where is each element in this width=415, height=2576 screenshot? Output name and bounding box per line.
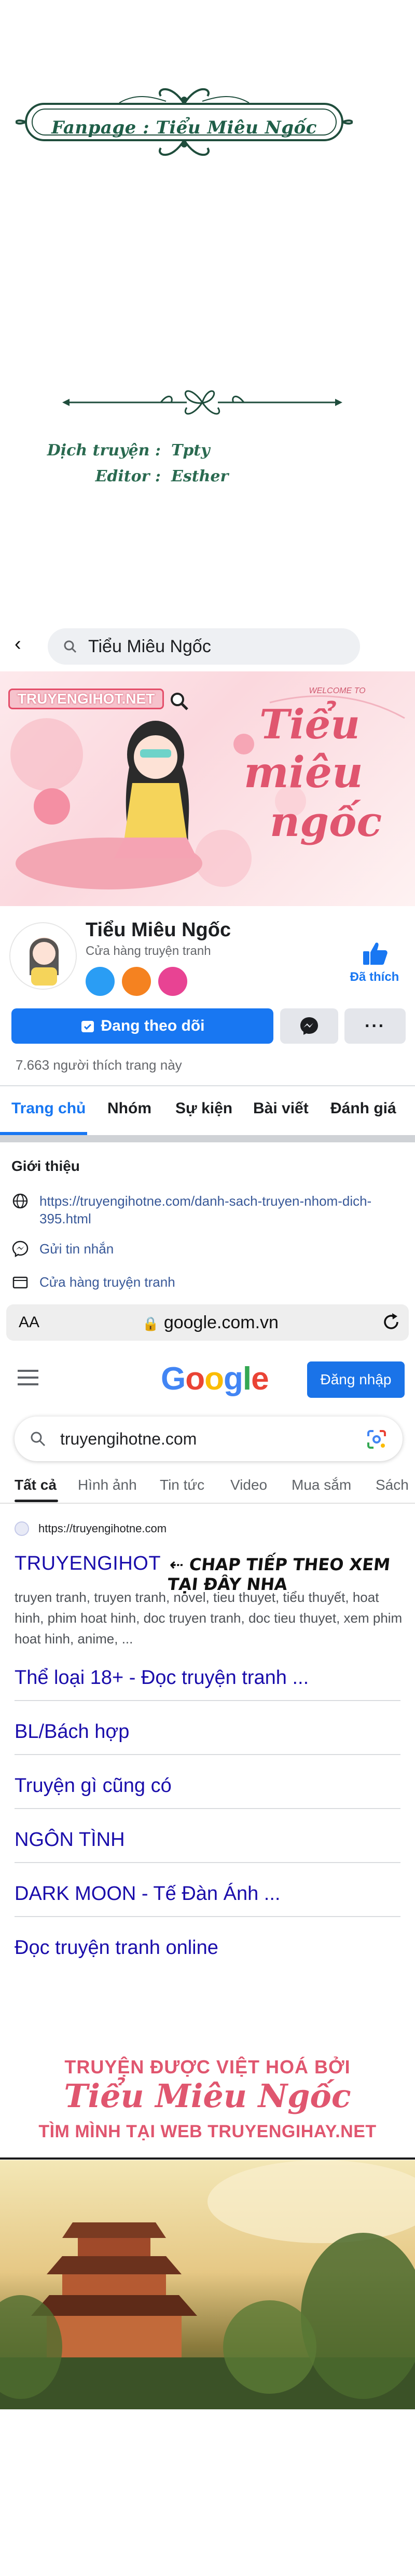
- reload-icon[interactable]: [381, 1312, 402, 1332]
- fanpage-credit: Fanpage : Tiểu Miêu Ngốc: [51, 117, 317, 138]
- tab-posts[interactable]: Bài viết: [253, 1100, 309, 1117]
- sitelink-divider: [15, 1754, 400, 1755]
- sitelink-divider: [15, 1808, 400, 1809]
- check-calendar-icon: [81, 1021, 94, 1032]
- result-site-row[interactable]: https://truyengihotne.com: [15, 1521, 167, 1536]
- editor-credit: Editor : Esther: [42, 467, 229, 485]
- intro-shop-link[interactable]: Cửa hàng truyện tranh: [39, 1273, 175, 1291]
- intro-website-link[interactable]: https://truyengihotne.com/danh-sach-truy…: [39, 1192, 395, 1228]
- search-icon: [31, 1432, 46, 1447]
- logo-letter: o: [204, 1361, 224, 1397]
- lock-icon: 🔒: [142, 1316, 159, 1331]
- globe-icon: [12, 1193, 28, 1209]
- address-url-text: google.com.vn: [163, 1313, 279, 1332]
- back-arrow-icon[interactable]: ‹: [15, 634, 33, 654]
- result-title-link[interactable]: TRUYENGIHOT: [15, 1553, 161, 1575]
- more-options-button[interactable]: ···: [344, 1008, 406, 1044]
- page-likes-count: 7.663 người thích trang này: [16, 1057, 182, 1073]
- cover-site-logo: TRUYENGIHOT.NET: [8, 689, 164, 709]
- site-favicon-icon: [15, 1521, 29, 1536]
- sitelink[interactable]: NGÔN TÌNH: [15, 1829, 400, 1851]
- cover-script-line-1: Tiểu: [259, 701, 361, 748]
- google-tab-shopping[interactable]: Mua sắm: [292, 1477, 351, 1493]
- page-avatar[interactable]: [9, 922, 77, 990]
- translated-by-line: TRUYỆN ĐƯỢC VIỆT HOÁ BỞI: [64, 2056, 351, 2078]
- cover-welcome-text: WELCOME TO: [309, 686, 366, 695]
- badge-pink-icon: [158, 967, 187, 996]
- group-name-script: Tiểu Miêu Ngốc: [64, 2077, 351, 2115]
- tab-groups[interactable]: Nhóm: [107, 1100, 151, 1117]
- sitelink-divider: [15, 1916, 400, 1917]
- google-search-box[interactable]: truyengihotne.com: [15, 1417, 403, 1461]
- google-tab-books[interactable]: Sách: [376, 1477, 409, 1493]
- intro-message-row[interactable]: Gửi tin nhắn: [11, 1240, 114, 1258]
- result-site-url: https://truyengihotne.com: [38, 1522, 167, 1535]
- tab-home[interactable]: Trang chủ: [11, 1100, 86, 1117]
- messenger-icon: [300, 1017, 318, 1035]
- following-label: Đang theo dõi: [101, 1017, 205, 1034]
- sitelink[interactable]: Đọc truyện tranh online: [15, 1937, 400, 1959]
- search-query: Tiểu Miêu Ngốc: [88, 636, 211, 656]
- thumbs-up-icon[interactable]: [360, 939, 389, 968]
- translator-credit: Dịch truyện : Tpty: [42, 441, 210, 460]
- sitelink-divider: [15, 1862, 400, 1863]
- palace-artwork: [0, 2160, 415, 2409]
- tabs-divider: [0, 1085, 415, 1086]
- badge-orange-icon: [122, 967, 151, 996]
- google-active-tab-indicator: [15, 1500, 58, 1502]
- editor-label: Editor :: [95, 467, 161, 485]
- following-button[interactable]: Đang theo dõi: [11, 1008, 273, 1044]
- sitelink[interactable]: Thể loại 18+ - Đọc truyện tranh ...: [15, 1667, 400, 1689]
- google-tab-news[interactable]: Tin tức: [160, 1477, 204, 1493]
- footer-divider: [0, 2157, 415, 2160]
- cover-script-line-3: ngốc: [270, 797, 382, 846]
- address-url[interactable]: 🔒 google.com.vn: [142, 1313, 279, 1333]
- intro-heading: Giới thiệu: [11, 1158, 80, 1174]
- logo-letter: o: [185, 1361, 205, 1397]
- google-tab-images[interactable]: Hình ảnh: [78, 1477, 137, 1493]
- google-query: truyengihotne.com: [60, 1429, 197, 1448]
- sitelink[interactable]: BL/Bách hợp: [15, 1721, 400, 1743]
- sitelink[interactable]: Truyện gì cũng có: [15, 1775, 400, 1797]
- shop-icon: [12, 1276, 28, 1289]
- palace-illustration: [0, 2160, 415, 2409]
- messenger-outline-icon: [12, 1240, 29, 1258]
- tab-reviews[interactable]: Đánh giá: [330, 1100, 396, 1117]
- sitelink-divider: [15, 1700, 400, 1701]
- tab-events[interactable]: Sự kiện: [175, 1100, 232, 1117]
- translator-value: Tpty: [171, 441, 210, 460]
- sign-in-button[interactable]: Đăng nhập: [307, 1361, 405, 1398]
- badge-blue-icon: [86, 967, 115, 996]
- translator-label: Dịch truyện :: [47, 441, 161, 460]
- logo-letter: e: [251, 1361, 269, 1397]
- editor-value: Esther: [171, 467, 229, 485]
- cover-search-icon: [171, 693, 188, 710]
- google-tabs-divider: [0, 1503, 415, 1504]
- credits-ornament: [62, 390, 342, 415]
- logo-letter: l: [242, 1361, 252, 1397]
- google-lens-icon[interactable]: [366, 1429, 387, 1450]
- page-category: Cửa hàng truyện tranh: [86, 944, 211, 958]
- cover-script-line-2: miêu: [244, 748, 363, 798]
- find-us-line: TÌM MÌNH TẠI WEB TRUYENGIHAY.NET: [38, 2122, 377, 2141]
- messenger-button[interactable]: [280, 1008, 338, 1044]
- search-icon: [64, 640, 77, 653]
- google-tab-video[interactable]: Video: [230, 1477, 267, 1493]
- reader-text-size-button[interactable]: AA: [19, 1314, 39, 1331]
- liked-label[interactable]: Đã thích: [342, 970, 407, 984]
- result-snippet: truyen tranh, truyen tranh, novel, tieu …: [15, 1589, 403, 1647]
- avatar-illustration: [10, 923, 76, 989]
- google-tab-all[interactable]: Tất cả: [15, 1477, 57, 1493]
- logo-letter: G: [161, 1361, 186, 1397]
- google-logo[interactable]: Google: [161, 1360, 269, 1397]
- section-separator: [0, 1135, 415, 1142]
- sitelink[interactable]: DARK MOON - Tế Đàn Ánh ...: [15, 1883, 400, 1905]
- logo-letter: g: [223, 1361, 243, 1397]
- facebook-search-bar[interactable]: Tiểu Miêu Ngốc: [48, 628, 360, 665]
- intro-shop-row[interactable]: Cửa hàng truyện tranh: [11, 1273, 175, 1291]
- menu-icon[interactable]: [18, 1370, 38, 1385]
- page-name: Tiểu Miêu Ngốc: [86, 919, 231, 941]
- intro-website-row[interactable]: https://truyengihotne.com/danh-sach-truy…: [11, 1192, 395, 1228]
- intro-message-link[interactable]: Gửi tin nhắn: [39, 1240, 114, 1258]
